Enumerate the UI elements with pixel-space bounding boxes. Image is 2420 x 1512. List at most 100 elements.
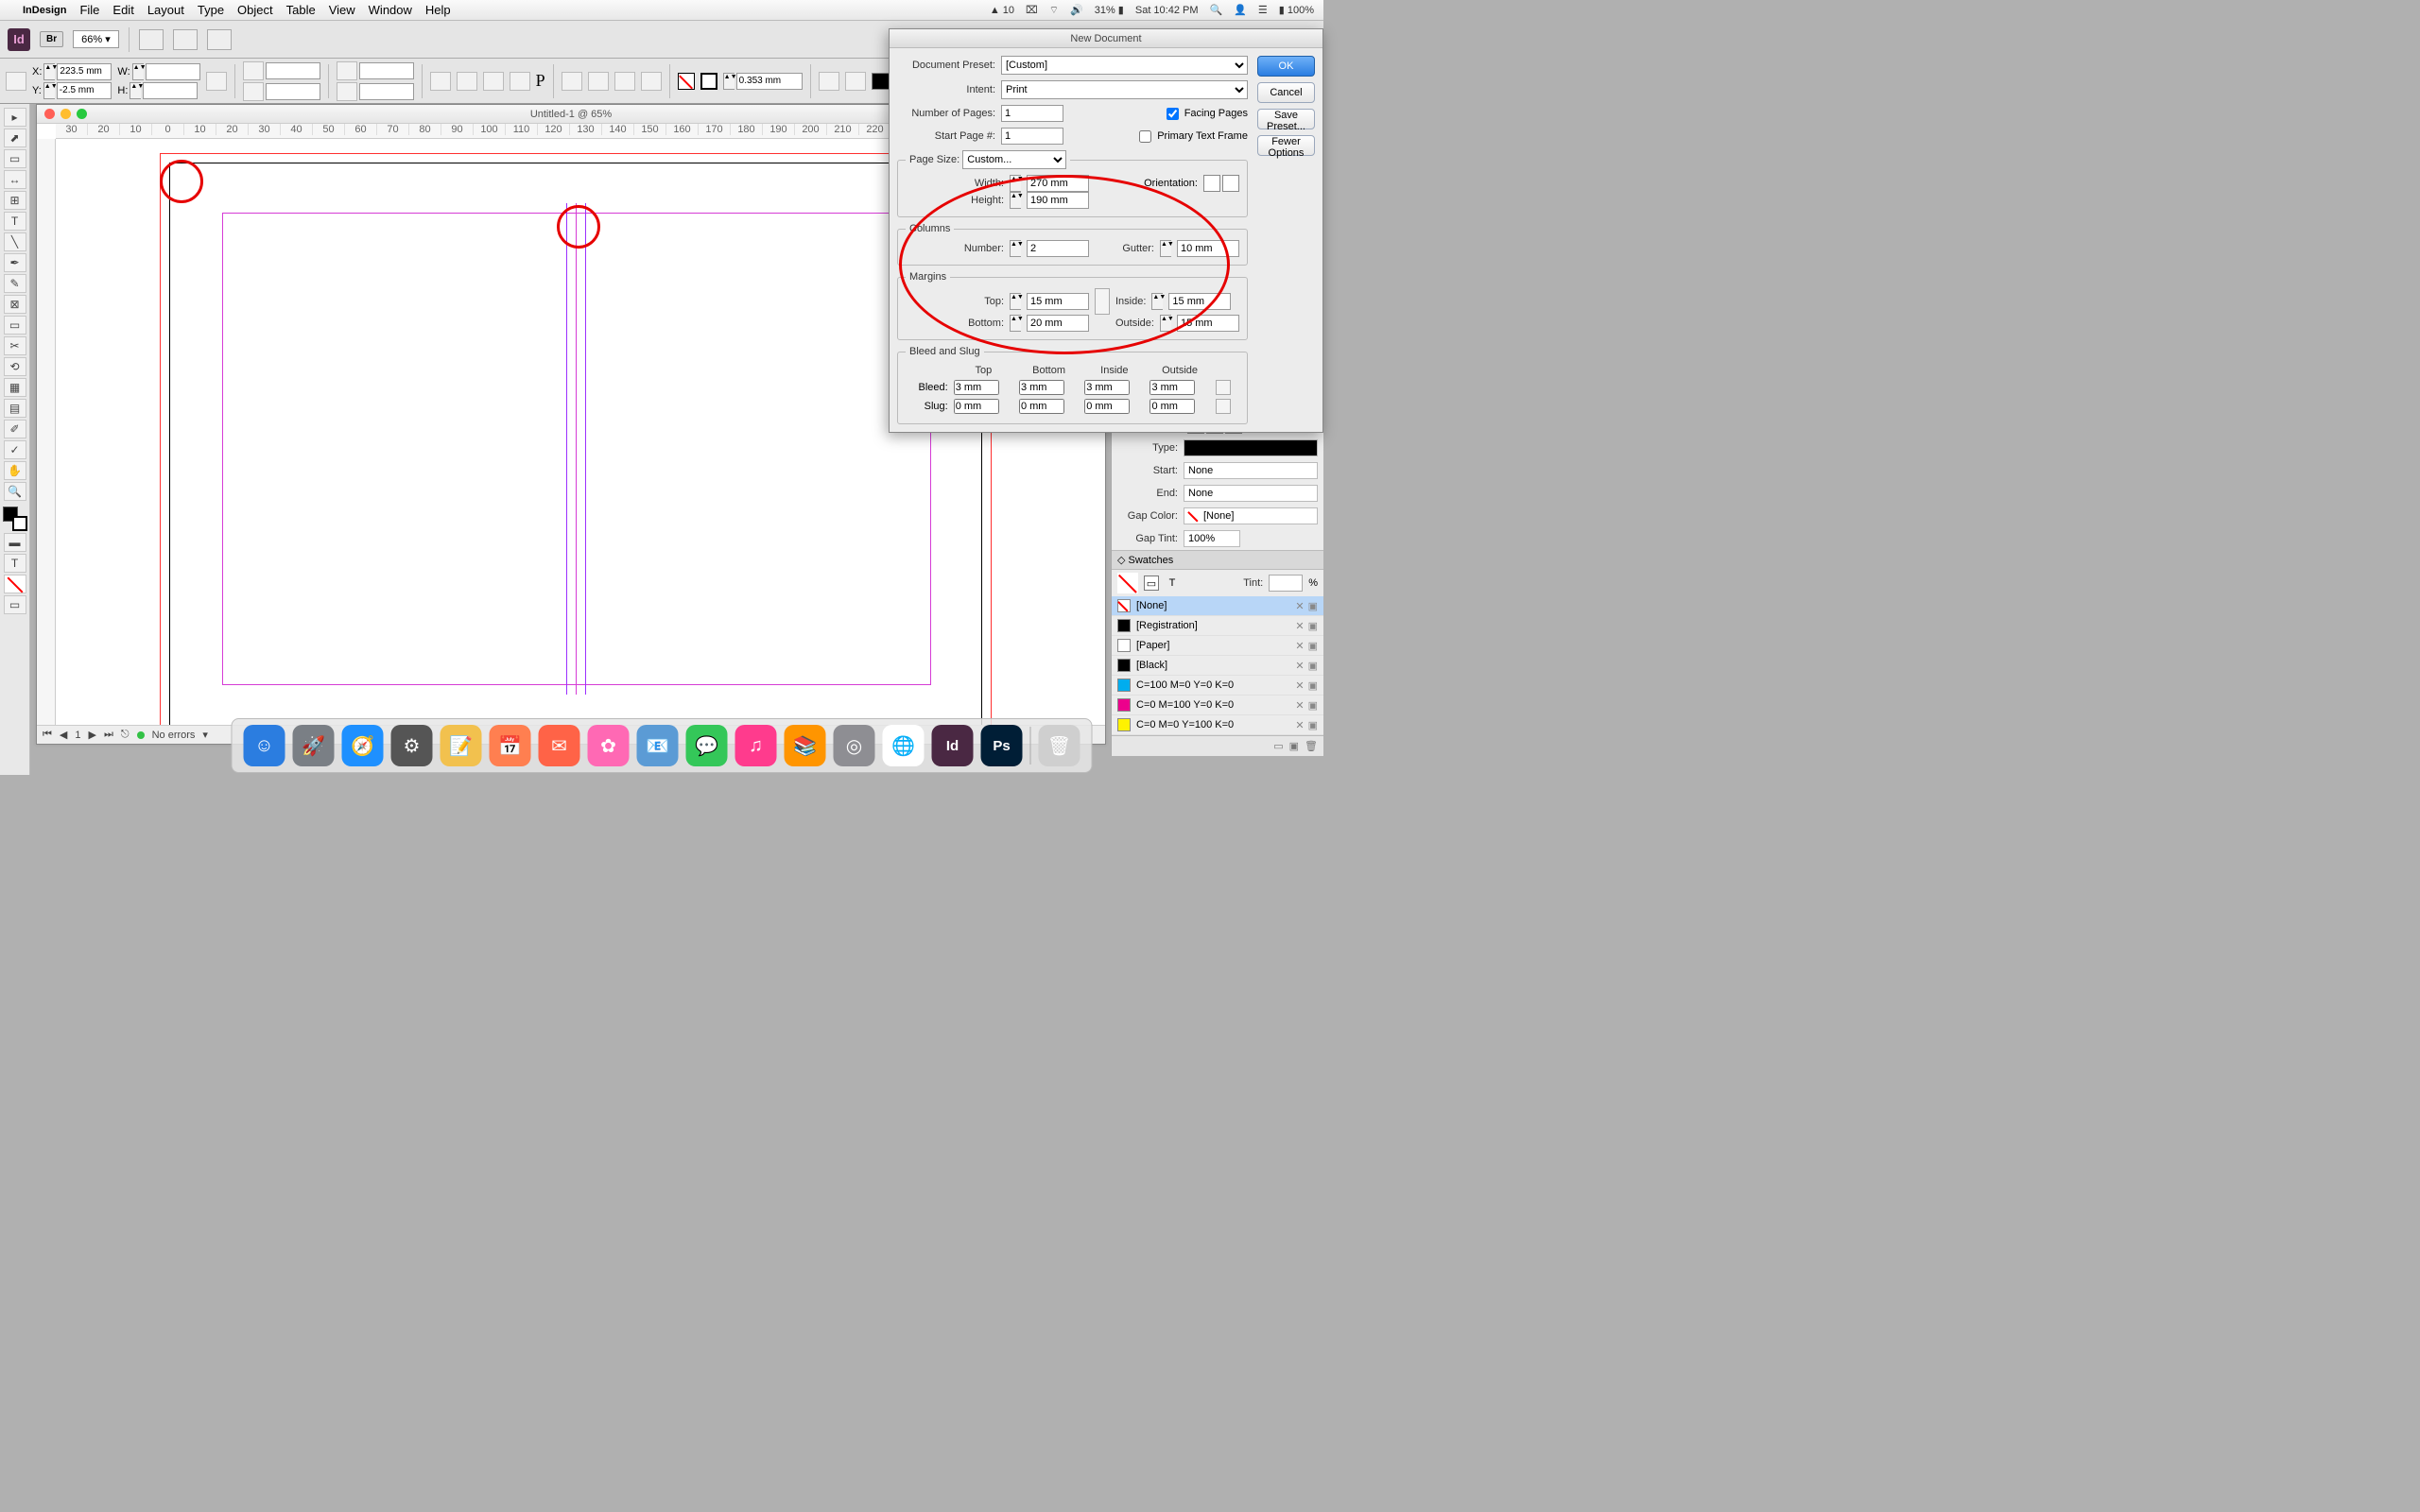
content-collector-tool[interactable]: ⊞ <box>4 191 26 210</box>
selection-tool[interactable]: ▸ <box>4 108 26 127</box>
pencil-tool[interactable]: ✎ <box>4 274 26 293</box>
save-preset-button[interactable]: Save Preset... <box>1257 109 1315 129</box>
link-margins-icon[interactable] <box>1095 288 1110 315</box>
menu-type[interactable]: Type <box>198 3 224 17</box>
intent-dropdown[interactable]: Print <box>1001 80 1248 99</box>
menu-object[interactable]: Object <box>237 3 273 17</box>
wifi-icon[interactable]: ⌔ <box>1049 4 1059 17</box>
w-field[interactable] <box>146 63 200 80</box>
apply-none-icon[interactable] <box>4 575 26 593</box>
col-number-field[interactable] <box>1027 240 1089 257</box>
zoom-level-dropdown[interactable]: 66% ▾ <box>73 30 119 48</box>
cancel-button[interactable]: Cancel <box>1257 82 1315 103</box>
dock-app[interactable]: ☺ <box>244 725 285 766</box>
rotate-ccw-icon[interactable] <box>430 72 451 91</box>
scissors-tool[interactable]: ✂ <box>4 336 26 355</box>
dock-app[interactable]: Id <box>932 725 974 766</box>
swatch-row[interactable]: C=100 M=0 Y=0 K=0✕▣ <box>1112 676 1323 696</box>
orientation-portrait-icon[interactable] <box>1203 175 1220 192</box>
free-transform-tool[interactable]: ⟲ <box>4 357 26 376</box>
dock-app[interactable]: Ps <box>981 725 1023 766</box>
app-name[interactable]: InDesign <box>23 5 66 16</box>
notifications-icon[interactable]: ☰ <box>1258 4 1268 16</box>
open-icon[interactable]: ⎋ <box>121 729 130 741</box>
select-prev-icon[interactable] <box>614 72 635 91</box>
dock-app[interactable]: ✉ <box>539 725 580 766</box>
shear-field[interactable] <box>359 83 414 100</box>
swatch-list[interactable]: [None]✕▣[Registration]✕▣[Paper]✕▣[Black]… <box>1112 596 1323 735</box>
effects-icon[interactable] <box>819 72 839 91</box>
swatch-row[interactable]: C=0 M=100 Y=0 K=0✕▣ <box>1112 696 1323 715</box>
rotate-cw-icon[interactable] <box>457 72 477 91</box>
bridge-button[interactable]: Br <box>40 31 63 47</box>
menu-window[interactable]: Window <box>369 3 412 17</box>
num-pages-field[interactable] <box>1001 105 1063 122</box>
fill-swatch[interactable] <box>678 73 695 90</box>
type-tool[interactable]: T <box>4 212 26 231</box>
swatch-row[interactable]: C=0 M=0 Y=100 K=0✕▣ <box>1112 715 1323 735</box>
doc-preset-dropdown[interactable]: [Custom] <box>1001 56 1248 75</box>
gap-tint-field[interactable]: 100% <box>1184 530 1240 547</box>
gutter-field[interactable] <box>1177 240 1239 257</box>
dock-app[interactable]: 📅 <box>490 725 531 766</box>
adobe-cc-icon[interactable]: ▲ 10 <box>990 5 1014 16</box>
stroke-start-dropdown[interactable]: None <box>1184 462 1318 479</box>
stroke-end-dropdown[interactable]: None <box>1184 485 1318 502</box>
status-menu-icon[interactable]: ▾ <box>202 729 208 741</box>
rectangle-frame-tool[interactable]: ⊠ <box>4 295 26 314</box>
preflight-status[interactable]: No errors <box>152 730 196 741</box>
y-field[interactable] <box>57 82 112 99</box>
select-container-icon[interactable] <box>562 72 582 91</box>
menu-layout[interactable]: Layout <box>147 3 184 17</box>
margin-bottom-field[interactable] <box>1027 315 1089 332</box>
clock[interactable]: Sat 10:42 PM <box>1135 5 1199 16</box>
reference-point-icon[interactable] <box>6 72 26 91</box>
menu-help[interactable]: Help <box>425 3 451 17</box>
note-tool[interactable]: ✐ <box>4 420 26 438</box>
dock-app[interactable]: 🗑 <box>1039 725 1080 766</box>
pen-tool[interactable]: ✒ <box>4 253 26 272</box>
rotate-field[interactable] <box>359 62 414 79</box>
scale-x-field[interactable] <box>266 62 320 79</box>
dock-app[interactable]: 🚀 <box>293 725 335 766</box>
new-swatch-group-icon[interactable]: ▭ <box>1273 740 1283 752</box>
menu-table[interactable]: Table <box>286 3 316 17</box>
swatches-panel-header[interactable]: ◇ Swatches <box>1112 550 1323 570</box>
facing-pages-checkbox[interactable] <box>1167 108 1179 120</box>
dock-app[interactable]: 📚 <box>785 725 826 766</box>
slug-top-field[interactable] <box>954 399 999 414</box>
h-field[interactable] <box>143 82 198 99</box>
page-tool[interactable]: ▭ <box>4 149 26 168</box>
link-bleed-icon[interactable] <box>1216 380 1231 395</box>
link-slug-icon[interactable] <box>1216 399 1231 414</box>
bleed-inside-field[interactable] <box>1084 380 1130 395</box>
menu-file[interactable]: File <box>79 3 99 17</box>
dock-app[interactable]: 🧭 <box>342 725 384 766</box>
volume-icon[interactable]: 🔊 <box>1070 4 1083 16</box>
first-page-icon[interactable]: ⏮ <box>43 729 52 741</box>
swatch-row[interactable]: [Paper]✕▣ <box>1112 636 1323 656</box>
tint-field[interactable] <box>1269 575 1303 592</box>
select-next-icon[interactable] <box>641 72 662 91</box>
constrain-icon[interactable] <box>206 72 227 91</box>
swatch-row[interactable]: [Registration]✕▣ <box>1112 616 1323 636</box>
bleed-top-field[interactable] <box>954 380 999 395</box>
bleed-bottom-field[interactable] <box>1019 380 1064 395</box>
last-page-icon[interactable]: ⏭ <box>104 729 113 741</box>
view-mode-icon[interactable]: ▭ <box>4 595 26 614</box>
margin-top-field[interactable] <box>1027 293 1089 310</box>
dock-app[interactable]: ♫ <box>735 725 777 766</box>
fill-stroke-proxy[interactable] <box>3 507 27 531</box>
x-field[interactable] <box>57 63 112 80</box>
arrange-docs-button[interactable] <box>173 29 198 50</box>
swatch-row[interactable]: [None]✕▣ <box>1112 596 1323 616</box>
stroke-proxy-icon[interactable] <box>12 516 27 531</box>
stroke-swatch[interactable] <box>700 73 717 90</box>
fewer-options-button[interactable]: Fewer Options <box>1257 135 1315 156</box>
zoom-tool[interactable]: 🔍 <box>4 482 26 501</box>
dock-app[interactable]: 💬 <box>686 725 728 766</box>
dock-app[interactable]: 📝 <box>441 725 482 766</box>
margin-inside-field[interactable] <box>1168 293 1231 310</box>
rectangle-tool[interactable]: ▭ <box>4 316 26 335</box>
dock-app[interactable]: ✿ <box>588 725 630 766</box>
